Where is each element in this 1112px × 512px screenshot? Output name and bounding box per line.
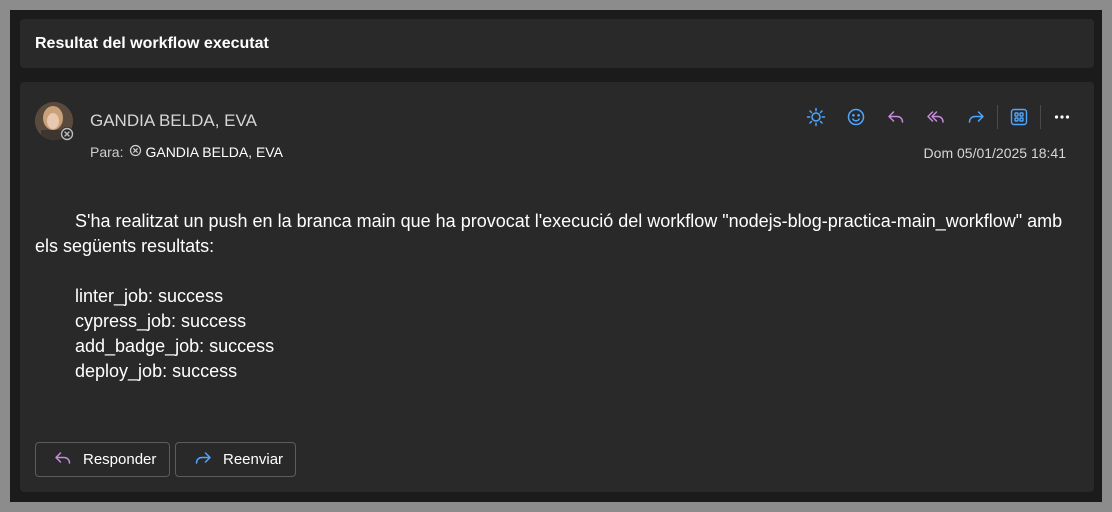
recipient-chip[interactable]: GANDIA BELDA, EVA [129, 144, 283, 160]
message-toolbar [796, 102, 1082, 132]
toolbar-divider [997, 105, 998, 129]
list-item: cypress_job: success [75, 311, 247, 331]
apps-icon[interactable] [999, 102, 1039, 132]
reply-label: Responder [83, 451, 157, 468]
recipient-name: GANDIA BELDA, EVA [145, 144, 283, 160]
message-card: GANDIA BELDA, EVA Para: GANDIA BELDA, EV… [20, 82, 1094, 492]
recipients-line: Para: GANDIA BELDA, EVA [90, 144, 283, 160]
toolbar-divider [1040, 105, 1041, 129]
reply-icon[interactable] [876, 102, 916, 132]
reading-pane: Resultat del workflow executat GANDIA BE… [10, 10, 1102, 502]
forward-button[interactable]: Reenviar [175, 442, 296, 477]
quick-actions: Responder Reenviar [35, 442, 296, 477]
email-subject: Resultat del workflow executat [35, 34, 269, 52]
message-date: Dom 05/01/2025 18:41 [923, 145, 1066, 161]
brightness-icon[interactable] [796, 102, 836, 132]
list-item: add_badge_job: success [75, 336, 275, 356]
recipient-status-icon [129, 144, 142, 160]
message-body: S'ha realitzat un push en la branca main… [35, 209, 1075, 384]
forward-icon [193, 448, 213, 472]
presence-offline-icon [60, 127, 74, 141]
emoji-icon[interactable] [836, 102, 876, 132]
body-paragraph: S'ha realitzat un push en la branca main… [35, 211, 1063, 256]
results-list: linter_job: success cypress_job: success… [75, 284, 1075, 384]
more-icon[interactable] [1042, 102, 1082, 132]
forward-icon[interactable] [956, 102, 996, 132]
reply-button[interactable]: Responder [35, 442, 170, 477]
list-item: deploy_job: success [75, 361, 238, 381]
to-label: Para: [90, 144, 124, 160]
reply-icon [53, 448, 73, 472]
reply-all-icon[interactable] [916, 102, 956, 132]
subject-header: Resultat del workflow executat [20, 19, 1094, 68]
forward-label: Reenviar [223, 451, 284, 468]
sender-name[interactable]: GANDIA BELDA, EVA [90, 111, 257, 131]
list-item: linter_job: success [75, 286, 224, 306]
